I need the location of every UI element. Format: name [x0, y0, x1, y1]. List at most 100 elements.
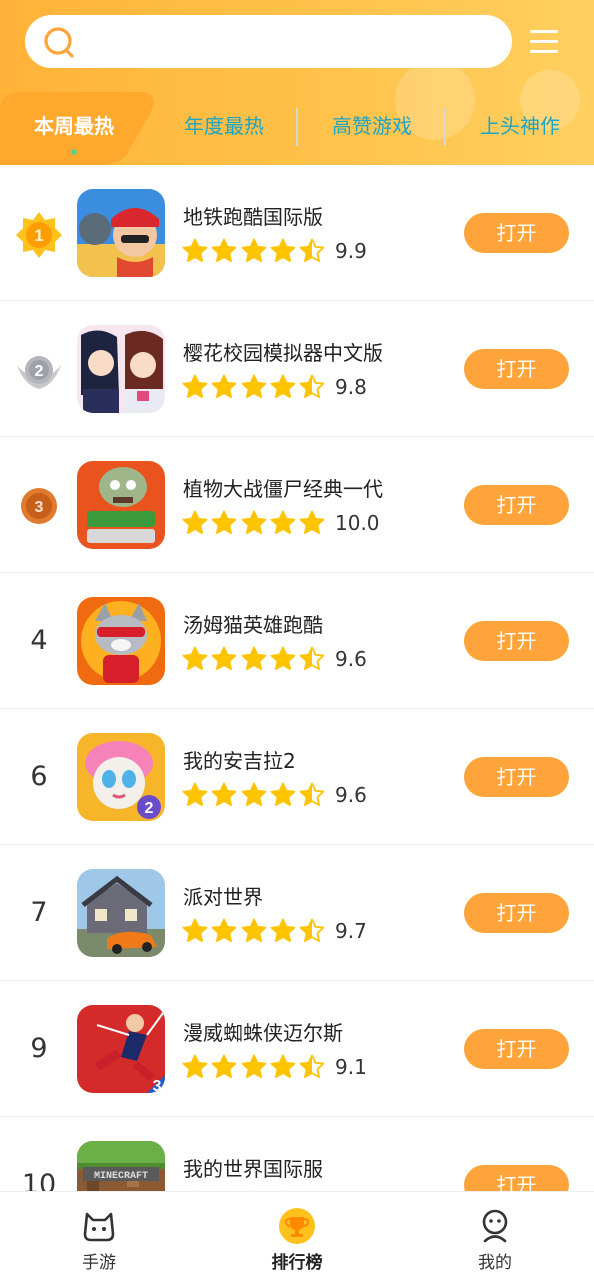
rating-stars — [182, 373, 328, 401]
list-item[interactable]: 2 樱花校园模拟器中文版 9.8 打开 — [0, 301, 594, 437]
list-item[interactable]: 7 派对世界 9.7 打开 — [0, 845, 594, 981]
star-full-icon — [270, 510, 296, 534]
trophy-icon — [279, 1208, 315, 1244]
star-full-icon — [270, 1054, 296, 1078]
rating-stars — [182, 1053, 328, 1081]
nav-item-mobile-games[interactable]: 手游 — [0, 1192, 198, 1280]
open-button[interactable]: 打开 — [464, 1029, 569, 1069]
rating-stars — [182, 509, 328, 537]
game-controller-icon — [83, 1212, 115, 1242]
star-full-icon — [270, 374, 296, 398]
star-half-icon — [299, 782, 325, 806]
star-half-icon — [299, 1054, 325, 1078]
star-full-icon — [182, 510, 208, 534]
star-full-icon — [241, 782, 266, 806]
plants-vs-zombies-icon[interactable] — [77, 461, 165, 549]
app-name: 派对世界 — [183, 885, 263, 909]
nav-label: 排行榜 — [271, 1253, 323, 1273]
bronze-medal-icon: 3 — [21, 488, 57, 524]
tab-top-liked[interactable]: 高赞游戏 — [320, 108, 424, 144]
my-talking-angela-2-icon[interactable]: 2 — [77, 733, 165, 821]
svg-text:2: 2 — [35, 363, 44, 380]
rank-number: 9 — [30, 1033, 48, 1064]
rating-score: 9.6 — [335, 783, 367, 807]
star-full-icon — [241, 510, 266, 534]
subway-surfers-icon[interactable] — [77, 189, 165, 277]
star-full-icon — [211, 918, 237, 942]
list-item[interactable]: 4 汤姆猫英雄跑酷 9.6 打开 — [0, 573, 594, 709]
tab-divider — [296, 108, 298, 146]
rank-number: 7 — [30, 897, 48, 928]
star-full-icon — [182, 646, 208, 670]
open-button[interactable]: 打开 — [464, 213, 569, 253]
star-full-icon — [241, 374, 266, 398]
sakura-school-icon[interactable] — [77, 325, 165, 413]
star-full-icon — [299, 510, 325, 534]
search-input[interactable] — [25, 15, 512, 68]
open-button[interactable]: 打开 — [464, 485, 569, 525]
app-name: 漫威蜘蛛侠迈尔斯 — [183, 1021, 343, 1045]
star-full-icon — [211, 646, 237, 670]
svg-text:MINECRAFT: MINECRAFT — [94, 1171, 148, 1182]
party-world-icon[interactable] — [77, 869, 165, 957]
nav-item-profile[interactable]: 我的 — [396, 1192, 594, 1280]
list-item[interactable]: 6 2 我的安吉拉2 9.6 打开 — [0, 709, 594, 845]
header: 本周最热 年度最热 高赞游戏 上头神作 — [0, 0, 594, 165]
menu-button[interactable] — [526, 24, 564, 60]
open-button[interactable]: 打开 — [464, 757, 569, 797]
star-half-icon — [299, 238, 325, 262]
open-button[interactable]: 打开 — [464, 349, 569, 389]
tab-bar: 本周最热 年度最热 高赞游戏 上头神作 — [0, 92, 594, 165]
rating-score: 9.6 — [335, 647, 367, 671]
search-icon — [44, 27, 74, 58]
star-full-icon — [211, 238, 237, 262]
tab-addictive-hits[interactable]: 上头神作 — [468, 108, 572, 144]
user-icon — [482, 1209, 508, 1243]
svg-text:3: 3 — [35, 499, 44, 516]
star-full-icon — [270, 782, 296, 806]
nav-item-leaderboard[interactable]: 排行榜 — [198, 1192, 396, 1280]
star-full-icon — [241, 646, 266, 670]
nav-label: 手游 — [82, 1253, 116, 1273]
svg-text:2: 2 — [145, 800, 154, 817]
app-name: 樱花校园模拟器中文版 — [183, 341, 383, 365]
rating-score: 9.9 — [335, 239, 367, 263]
open-button[interactable]: 打开 — [464, 621, 569, 661]
star-half-icon — [299, 374, 325, 398]
open-button[interactable]: 打开 — [464, 893, 569, 933]
tab-divider — [444, 108, 446, 146]
rating-stars — [182, 237, 328, 265]
rating-score: 9.8 — [335, 375, 367, 399]
rating-score: 9.1 — [335, 1055, 367, 1079]
star-full-icon — [241, 238, 266, 262]
list-item[interactable]: 3 植物大战僵尸经典一代 10.0 打开 — [0, 437, 594, 573]
star-full-icon — [270, 646, 296, 670]
rating-stars — [182, 781, 328, 809]
app-name: 汤姆猫英雄跑酷 — [183, 613, 323, 637]
tab-indicator-dot — [71, 149, 77, 155]
silver-medal-icon: 2 — [17, 356, 61, 389]
bottom-navigation: 手游 排行榜 我的 — [0, 1191, 594, 1280]
spiderman-miles-icon[interactable]: 3 — [77, 1005, 165, 1093]
rating-score: 10.0 — [335, 511, 380, 535]
star-half-icon — [299, 646, 325, 670]
star-half-icon — [299, 918, 325, 942]
rating-stars — [182, 917, 328, 945]
list-item[interactable]: 9 3 漫威蜘蛛侠迈尔斯 9.1 打开 — [0, 981, 594, 1117]
svg-text:1: 1 — [34, 226, 43, 245]
rank-number: 6 — [30, 761, 48, 792]
star-full-icon — [211, 782, 237, 806]
app-name: 地铁跑酷国际版 — [183, 205, 323, 229]
star-full-icon — [270, 918, 296, 942]
talking-tom-hero-dash-icon[interactable] — [77, 597, 165, 685]
star-full-icon — [182, 782, 208, 806]
star-full-icon — [270, 238, 296, 262]
tab-weekly-hot[interactable]: 本周最热 — [22, 108, 126, 144]
tab-yearly-hot[interactable]: 年度最热 — [172, 108, 276, 144]
star-full-icon — [211, 510, 237, 534]
star-full-icon — [182, 374, 208, 398]
list-item[interactable]: 1 地铁跑酷国际版 9.9 打开 — [0, 165, 594, 301]
star-full-icon — [211, 1054, 237, 1078]
rating-score: 9.7 — [335, 919, 367, 943]
app-name: 我的安吉拉2 — [183, 749, 296, 773]
